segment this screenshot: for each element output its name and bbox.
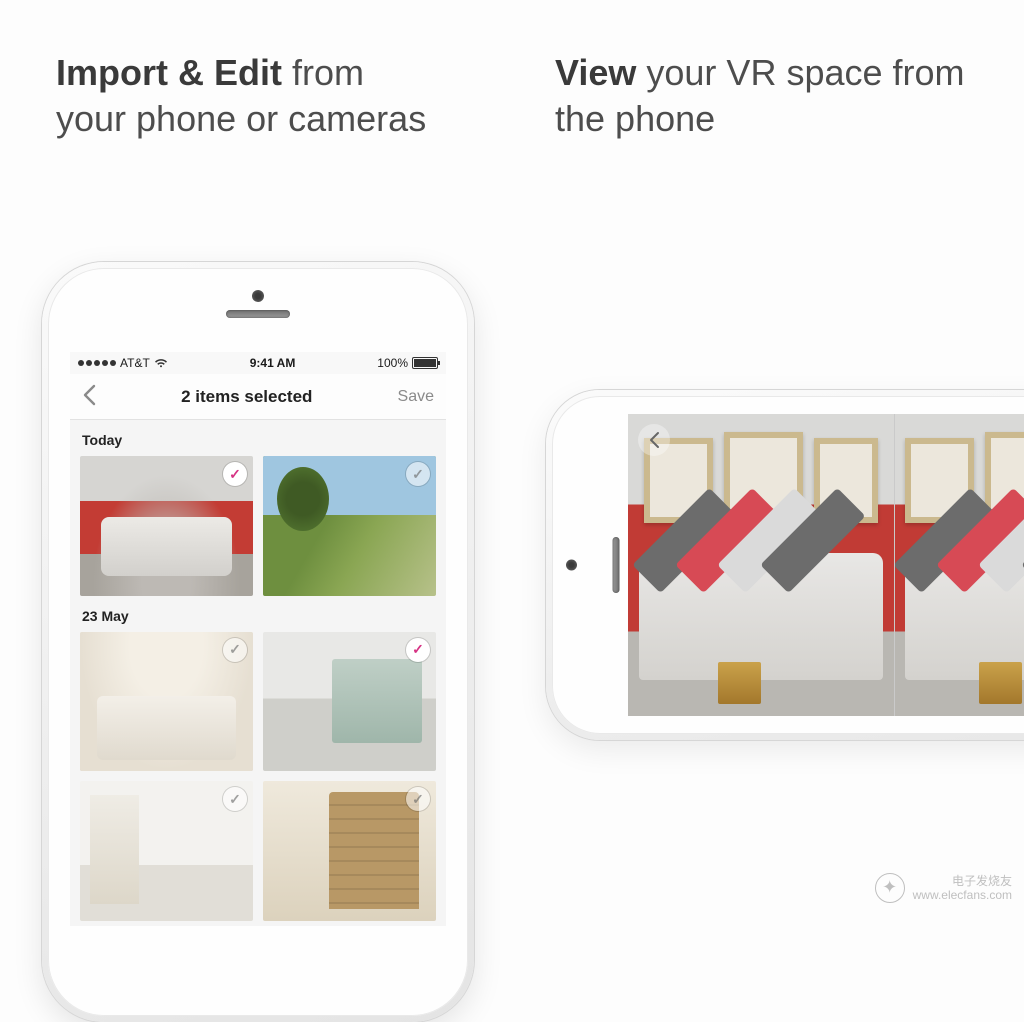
- signal-dots-icon: [78, 360, 116, 366]
- chevron-left-icon: [648, 431, 660, 449]
- carrier-label: AT&T: [120, 356, 150, 370]
- photo-thumb[interactable]: [80, 456, 253, 596]
- checkmark-icon[interactable]: [223, 787, 247, 811]
- watermark-text: 电子发烧友 www.elecfans.com: [913, 874, 1012, 903]
- photo-thumb[interactable]: [263, 632, 436, 772]
- vr-room-scene: [628, 414, 894, 716]
- checkmark-icon[interactable]: [406, 462, 430, 486]
- phone-portrait-mockup: AT&T 9:41 AM 100% 2 items selected Save: [42, 262, 474, 1022]
- wifi-icon: [154, 358, 168, 368]
- vr-left-eye[interactable]: [628, 414, 894, 716]
- status-bar: AT&T 9:41 AM 100%: [70, 352, 446, 374]
- section-title-may23: 23 May: [82, 608, 434, 624]
- checkmark-icon[interactable]: [406, 787, 430, 811]
- photo-gallery: Today 23 May: [70, 432, 446, 921]
- section-title-today: Today: [82, 432, 434, 448]
- phone-speaker-icon: [613, 537, 620, 593]
- status-right: 100%: [377, 356, 438, 370]
- front-camera-icon: [566, 560, 577, 571]
- phone-screen: AT&T 9:41 AM 100% 2 items selected Save: [70, 352, 446, 926]
- status-left: AT&T: [78, 356, 168, 370]
- heading-left-bold: Import & Edit: [56, 52, 282, 93]
- photo-thumb[interactable]: [80, 781, 253, 921]
- chevron-left-icon: [82, 384, 96, 406]
- grid-today: [80, 456, 436, 596]
- photo-thumb[interactable]: [263, 781, 436, 921]
- checkmark-icon[interactable]: [223, 638, 247, 662]
- vr-room-scene: [895, 414, 1024, 716]
- phone-bezel: AT&T 9:41 AM 100% 2 items selected Save: [48, 268, 468, 1016]
- checkmark-icon[interactable]: [223, 462, 247, 486]
- save-button[interactable]: Save: [398, 388, 434, 406]
- back-button[interactable]: [82, 384, 96, 410]
- status-time: 9:41 AM: [250, 356, 296, 370]
- front-camera-icon: [252, 290, 264, 302]
- vr-back-button[interactable]: [638, 424, 670, 456]
- heading-right-bold: View: [555, 52, 636, 93]
- phone-speaker-icon: [226, 310, 290, 318]
- watermark-line1: 电子发烧友: [913, 874, 1012, 888]
- grid-may23: [80, 632, 436, 921]
- phone-landscape-mockup: [546, 390, 1024, 740]
- battery-icon: [412, 357, 438, 369]
- vr-viewer-screen: [628, 414, 1024, 716]
- watermark: ✦ 电子发烧友 www.elecfans.com: [875, 873, 1012, 903]
- checkmark-icon[interactable]: [406, 638, 430, 662]
- heading-import-edit: Import & Edit from your phone or cameras: [56, 50, 436, 142]
- phone-bezel: [552, 396, 1024, 734]
- photo-thumb[interactable]: [80, 632, 253, 772]
- battery-percent: 100%: [377, 356, 408, 370]
- photo-thumb[interactable]: [263, 456, 436, 596]
- heading-view: View your VR space from the phone: [555, 50, 975, 142]
- vr-right-eye[interactable]: [894, 414, 1024, 716]
- watermark-logo-icon: ✦: [875, 873, 905, 903]
- watermark-line2: www.elecfans.com: [913, 888, 1012, 902]
- nav-title: 2 items selected: [181, 387, 312, 407]
- nav-bar: 2 items selected Save: [70, 374, 446, 420]
